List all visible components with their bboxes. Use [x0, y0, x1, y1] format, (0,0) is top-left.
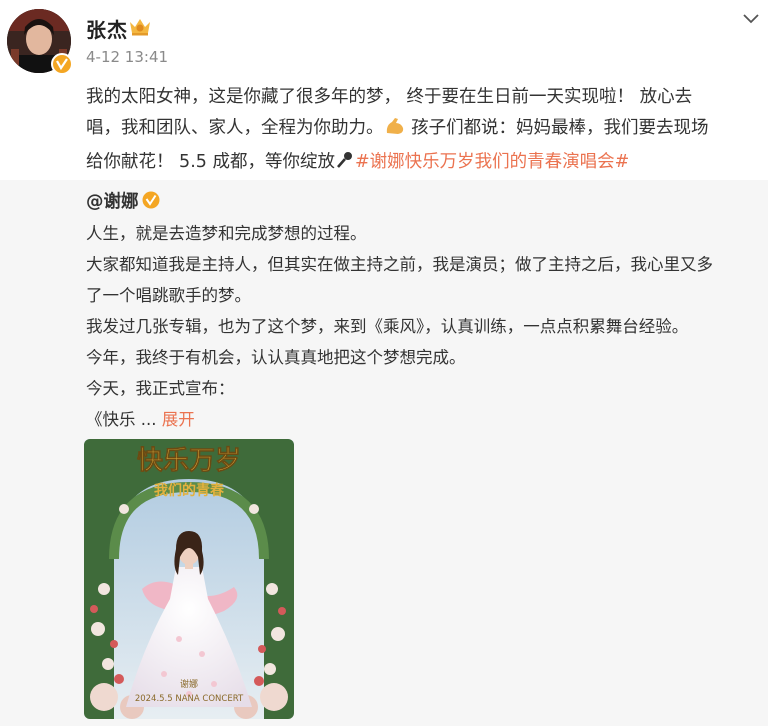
repost-text-line: 大家都知道我是主持人，但其实在做主持之前，我是演员；做了主持之后，我心里又多 — [86, 255, 713, 274]
author-avatar[interactable] — [7, 9, 73, 75]
post-header: 张杰 4-12 13:41 — [0, 0, 768, 82]
repost-text: 人生，就是去造梦和完成梦想的过程。 大家都知道我是主持人，但其实在做主持之前，我… — [86, 218, 761, 435]
repost-author-link[interactable]: @谢娜 — [86, 188, 139, 213]
post-text: 我的太阳女神，这是你藏了很多年的梦， 终于要在生日前一天实现啦！ 放心去 唱，我… — [86, 82, 761, 181]
poster-name: 谢娜 — [180, 678, 198, 690]
crown-icon — [130, 19, 150, 36]
repost-text-line: 了一个唱跳歌手的梦。 — [86, 286, 251, 305]
poster-subtitle: 我们的青春 — [154, 482, 225, 499]
poster-title: 快乐万岁 — [137, 445, 241, 476]
verified-badge-icon — [142, 191, 160, 209]
poster-concert-label: 2024.5.5 NANA CONCERT — [135, 694, 244, 704]
post-timestamp[interactable]: 4-12 13:41 — [86, 48, 168, 66]
repost-text-line: 今天，我正式宣布： — [86, 379, 235, 398]
microphone-icon — [335, 150, 355, 181]
post-text-line: 给你献花！ 5.5 成都，等你绽放 #谢娜快乐万岁我们的青春演唱会# — [86, 147, 761, 181]
repost-text-line: 《快乐 ... 展开 — [86, 410, 195, 429]
author-name[interactable]: 张杰 — [86, 14, 128, 43]
repost-text-line: 我发过几张专辑，也为了这个梦，来到《乘风》，认真训练，一点点积累舞台经验。 — [86, 317, 689, 336]
concert-poster-image[interactable]: 快乐万岁 我们的青春 谢娜 2024.5.5 NANA CONCERT — [84, 439, 294, 719]
repost-card[interactable]: @谢娜 人生，就是去造梦和完成梦想的过程。 大家都知道我是主持人，但其实在做主持… — [0, 180, 768, 726]
hashtag-link[interactable]: #谢娜快乐万岁我们的青春演唱会# — [355, 152, 629, 172]
repost-text-line: 今年，我终于有机会，认认真真地把这个梦想完成。 — [86, 348, 466, 367]
expand-button[interactable]: 展开 — [162, 410, 195, 429]
post-text-line: 我的太阳女神，这是你藏了很多年的梦， 终于要在生日前一天实现啦！ 放心去 — [86, 87, 693, 107]
repost-text-line: 人生，就是去造梦和完成梦想的过程。 — [86, 224, 367, 243]
flexed-biceps-icon — [384, 116, 406, 147]
verified-badge-icon — [51, 53, 73, 75]
post-text-line: 唱，我和团队、家人，全程为你助力。 孩子们都说：妈妈最棒，我们要去现场 — [86, 113, 761, 147]
chevron-down-icon[interactable] — [742, 12, 760, 26]
